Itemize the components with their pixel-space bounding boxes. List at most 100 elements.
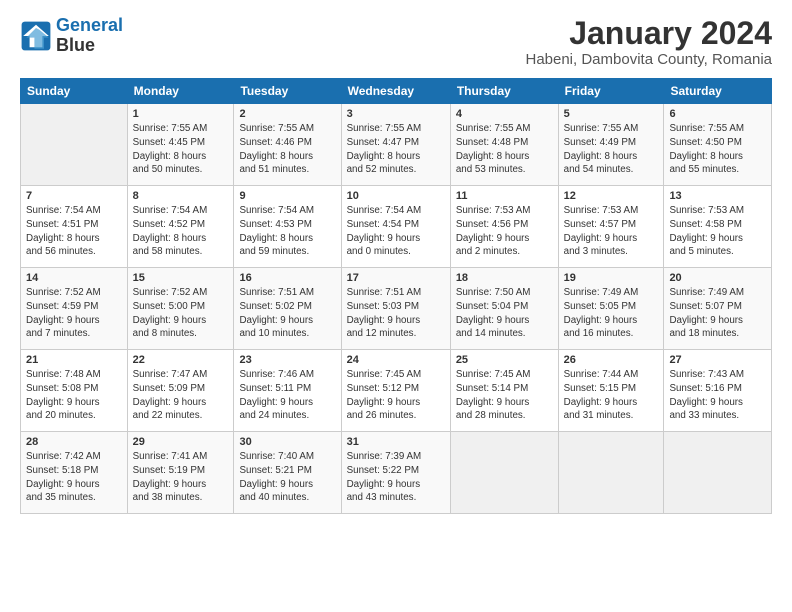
day-number: 11 — [456, 190, 553, 202]
day-info: Sunrise: 7:53 AM Sunset: 4:58 PM Dayligh… — [669, 204, 766, 259]
day-info: Sunrise: 7:50 AM Sunset: 5:04 PM Dayligh… — [456, 286, 553, 341]
calendar-cell: 20 Sunrise: 7:49 AM Sunset: 5:07 PM Dayli… — [664, 268, 772, 350]
calendar-cell: 26Sunrise: 7:44 AM Sunset: 5:15 PM Dayli… — [558, 350, 664, 432]
day-number: 4 — [456, 108, 553, 120]
logo-icon — [20, 20, 52, 52]
month-title: January 2024 — [525, 16, 772, 51]
day-info: Sunrise: 7:55 AM Sunset: 4:47 PM Dayligh… — [347, 122, 445, 177]
day-info: Sunrise: 7:51 AM Sunset: 5:03 PM Dayligh… — [347, 286, 445, 341]
day-number: 30 — [239, 436, 335, 448]
day-number: 23 — [239, 354, 335, 366]
day-number: 19 — [564, 272, 659, 284]
day-number: 6 — [669, 108, 766, 120]
weekday-header: Thursday — [450, 79, 558, 104]
calendar-cell: 18Sunrise: 7:50 AM Sunset: 5:04 PM Dayli… — [450, 268, 558, 350]
weekday-header: Sunday — [21, 79, 128, 104]
calendar-cell: 4 Sunrise: 7:55 AM Sunset: 4:48 PM Daylig… — [450, 104, 558, 186]
calendar-cell: 11 Sunrise: 7:53 AM Sunset: 4:56 PM Dayli… — [450, 186, 558, 268]
day-number: 29 — [133, 436, 229, 448]
calendar-cell: 27Sunrise: 7:43 AM Sunset: 5:16 PM Dayli… — [664, 350, 772, 432]
calendar-week-row: 14Sunrise: 7:52 AM Sunset: 4:59 PM Dayli… — [21, 268, 772, 350]
weekday-header: Friday — [558, 79, 664, 104]
day-number: 1 — [133, 108, 229, 120]
calendar-cell — [664, 432, 772, 514]
day-info: Sunrise: 7:49 AM Sunset: 5:07 PM Dayligh… — [669, 286, 766, 341]
day-number: 21 — [26, 354, 122, 366]
day-info: Sunrise: 7:54 AM Sunset: 4:51 PM Dayligh… — [26, 204, 122, 259]
calendar-cell: 15 Sunrise: 7:52 AM Sunset: 5:00 PM Dayli… — [127, 268, 234, 350]
day-number: 31 — [347, 436, 445, 448]
day-info: Sunrise: 7:55 AM Sunset: 4:48 PM Dayligh… — [456, 122, 553, 177]
calendar-cell: 2 Sunrise: 7:55 AM Sunset: 4:46 PM Daylig… — [234, 104, 341, 186]
calendar-cell: 23 Sunrise: 7:46 AM Sunset: 5:11 PM Dayli… — [234, 350, 341, 432]
day-info: Sunrise: 7:53 AM Sunset: 4:57 PM Dayligh… — [564, 204, 659, 259]
calendar-cell: 8 Sunrise: 7:54 AM Sunset: 4:52 PM Daylig… — [127, 186, 234, 268]
day-info: Sunrise: 7:54 AM Sunset: 4:52 PM Dayligh… — [133, 204, 229, 259]
day-number: 8 — [133, 190, 229, 202]
calendar-cell: 17 Sunrise: 7:51 AM Sunset: 5:03 PM Dayli… — [341, 268, 450, 350]
day-info: Sunrise: 7:55 AM Sunset: 4:49 PM Dayligh… — [564, 122, 659, 177]
calendar-week-row: 28 Sunrise: 7:42 AM Sunset: 5:18 PM Dayli… — [21, 432, 772, 514]
calendar-cell: 6Sunrise: 7:55 AM Sunset: 4:50 PM Daylig… — [664, 104, 772, 186]
day-info: Sunrise: 7:55 AM Sunset: 4:46 PM Dayligh… — [239, 122, 335, 177]
calendar-cell: 14Sunrise: 7:52 AM Sunset: 4:59 PM Dayli… — [21, 268, 128, 350]
day-info: Sunrise: 7:52 AM Sunset: 5:00 PM Dayligh… — [133, 286, 229, 341]
day-info: Sunrise: 7:42 AM Sunset: 5:18 PM Dayligh… — [26, 450, 122, 505]
weekday-header: Wednesday — [341, 79, 450, 104]
day-info: Sunrise: 7:39 AM Sunset: 5:22 PM Dayligh… — [347, 450, 445, 505]
day-info: Sunrise: 7:53 AM Sunset: 4:56 PM Dayligh… — [456, 204, 553, 259]
calendar-cell: 7 Sunrise: 7:54 AM Sunset: 4:51 PM Daylig… — [21, 186, 128, 268]
calendar-cell — [450, 432, 558, 514]
day-number: 13 — [669, 190, 766, 202]
calendar-header-row: SundayMondayTuesdayWednesdayThursdayFrid… — [21, 79, 772, 104]
day-info: Sunrise: 7:47 AM Sunset: 5:09 PM Dayligh… — [133, 368, 229, 423]
calendar-cell: 22Sunrise: 7:47 AM Sunset: 5:09 PM Dayli… — [127, 350, 234, 432]
calendar-cell: 25 Sunrise: 7:45 AM Sunset: 5:14 PM Dayli… — [450, 350, 558, 432]
day-number: 17 — [347, 272, 445, 284]
day-info: Sunrise: 7:40 AM Sunset: 5:21 PM Dayligh… — [239, 450, 335, 505]
day-number: 25 — [456, 354, 553, 366]
calendar-week-row: 21 Sunrise: 7:48 AM Sunset: 5:08 PM Dayli… — [21, 350, 772, 432]
day-number: 9 — [239, 190, 335, 202]
day-number: 12 — [564, 190, 659, 202]
logo-text: General Blue — [56, 16, 123, 56]
calendar-body: 1Sunrise: 7:55 AM Sunset: 4:45 PM Daylig… — [21, 104, 772, 514]
day-number: 27 — [669, 354, 766, 366]
day-info: Sunrise: 7:52 AM Sunset: 4:59 PM Dayligh… — [26, 286, 122, 341]
calendar-cell: 21 Sunrise: 7:48 AM Sunset: 5:08 PM Dayli… — [21, 350, 128, 432]
location-title: Habeni, Dambovita County, Romania — [525, 51, 772, 68]
calendar-week-row: 7 Sunrise: 7:54 AM Sunset: 4:51 PM Daylig… — [21, 186, 772, 268]
calendar-cell: 24Sunrise: 7:45 AM Sunset: 5:12 PM Dayli… — [341, 350, 450, 432]
calendar-cell: 13 Sunrise: 7:53 AM Sunset: 4:58 PM Dayli… — [664, 186, 772, 268]
day-number: 28 — [26, 436, 122, 448]
day-number: 20 — [669, 272, 766, 284]
weekday-header: Saturday — [664, 79, 772, 104]
day-number: 2 — [239, 108, 335, 120]
day-info: Sunrise: 7:54 AM Sunset: 4:53 PM Dayligh… — [239, 204, 335, 259]
day-info: Sunrise: 7:49 AM Sunset: 5:05 PM Dayligh… — [564, 286, 659, 341]
day-number: 26 — [564, 354, 659, 366]
page-header: General Blue January 2024 Habeni, Dambov… — [20, 16, 772, 68]
day-number: 15 — [133, 272, 229, 284]
day-info: Sunrise: 7:48 AM Sunset: 5:08 PM Dayligh… — [26, 368, 122, 423]
calendar-cell: 16 Sunrise: 7:51 AM Sunset: 5:02 PM Dayli… — [234, 268, 341, 350]
day-info: Sunrise: 7:46 AM Sunset: 5:11 PM Dayligh… — [239, 368, 335, 423]
day-number: 16 — [239, 272, 335, 284]
calendar-week-row: 1Sunrise: 7:55 AM Sunset: 4:45 PM Daylig… — [21, 104, 772, 186]
calendar-cell: 10 Sunrise: 7:54 AM Sunset: 4:54 PM Dayli… — [341, 186, 450, 268]
day-number: 10 — [347, 190, 445, 202]
day-info: Sunrise: 7:45 AM Sunset: 5:14 PM Dayligh… — [456, 368, 553, 423]
calendar-cell — [558, 432, 664, 514]
day-number: 7 — [26, 190, 122, 202]
calendar-cell: 12 Sunrise: 7:53 AM Sunset: 4:57 PM Dayli… — [558, 186, 664, 268]
calendar-cell: 5 Sunrise: 7:55 AM Sunset: 4:49 PM Daylig… — [558, 104, 664, 186]
calendar-cell: 28 Sunrise: 7:42 AM Sunset: 5:18 PM Dayli… — [21, 432, 128, 514]
day-info: Sunrise: 7:41 AM Sunset: 5:19 PM Dayligh… — [133, 450, 229, 505]
day-info: Sunrise: 7:54 AM Sunset: 4:54 PM Dayligh… — [347, 204, 445, 259]
day-number: 5 — [564, 108, 659, 120]
calendar-cell: 9 Sunrise: 7:54 AM Sunset: 4:53 PM Daylig… — [234, 186, 341, 268]
day-info: Sunrise: 7:51 AM Sunset: 5:02 PM Dayligh… — [239, 286, 335, 341]
day-number: 24 — [347, 354, 445, 366]
calendar-cell: 30 Sunrise: 7:40 AM Sunset: 5:21 PM Dayli… — [234, 432, 341, 514]
title-block: January 2024 Habeni, Dambovita County, R… — [525, 16, 772, 68]
